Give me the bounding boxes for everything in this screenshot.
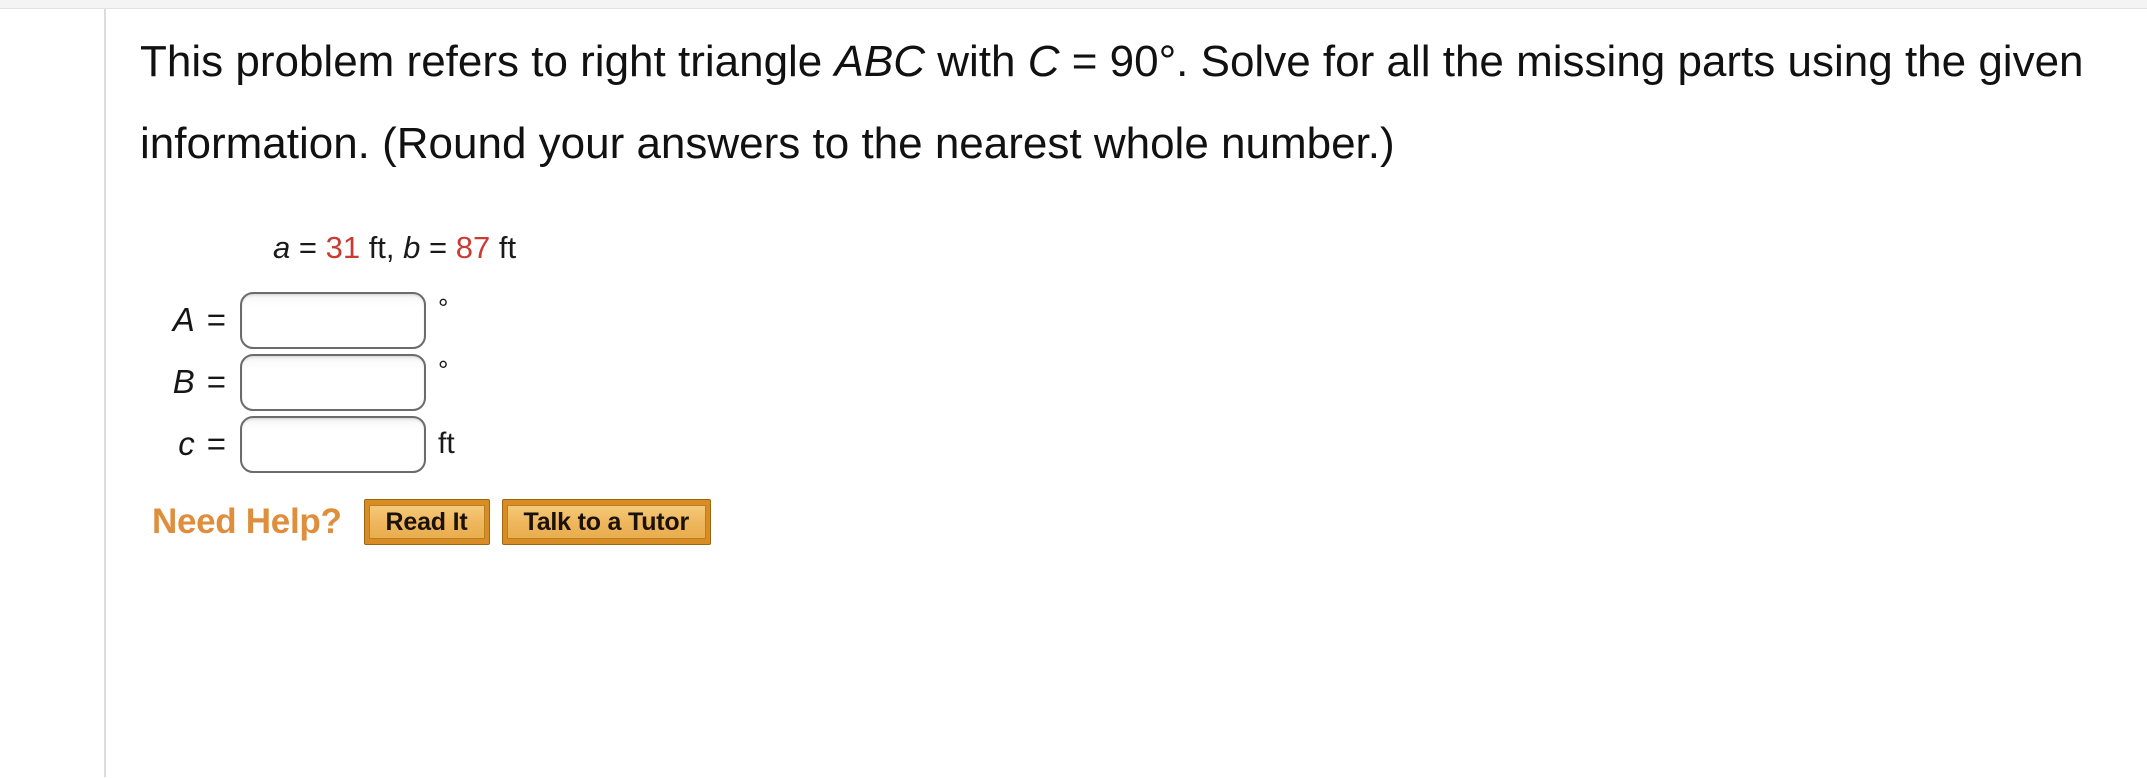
- answer-input-c[interactable]: [240, 415, 426, 473]
- answer-label-A: A =: [140, 301, 240, 339]
- answer-unit-c: ft: [438, 427, 455, 460]
- answer-row-c: c = ft: [140, 413, 2130, 475]
- given-variable-b: b: [403, 230, 421, 265]
- answer-label-c: c =: [140, 425, 240, 463]
- answer-input-B[interactable]: [240, 353, 426, 411]
- answer-rows: A = ° B = ° c = ft: [140, 289, 2130, 475]
- answer-row-A: A = °: [140, 289, 2130, 351]
- given-value-a: 31: [325, 230, 361, 265]
- statement-variable-abc: ABC: [834, 37, 925, 86]
- need-help-bar: Need Help? Read It Talk to a Tutor: [152, 499, 2130, 545]
- given-unit-a: ft,: [360, 230, 404, 265]
- given-variable-a: a: [273, 230, 291, 265]
- statement-text-2: with: [925, 37, 1028, 86]
- answer-unit-B: °: [438, 355, 449, 385]
- answer-input-A[interactable]: [240, 291, 426, 349]
- given-equals-2: =: [420, 230, 456, 265]
- answer-variable-B: B: [172, 363, 195, 400]
- read-it-button[interactable]: Read It: [363, 499, 490, 545]
- statement-variable-c: C: [1027, 37, 1060, 86]
- question-content: This problem refers to right triangle AB…: [140, 9, 2130, 545]
- answer-label-B: B =: [140, 363, 240, 401]
- given-unit-b: ft: [490, 230, 517, 265]
- top-separator-band: [0, 0, 2147, 9]
- given-value-b: 87: [455, 230, 491, 265]
- talk-to-a-tutor-button[interactable]: Talk to a Tutor: [501, 499, 712, 545]
- answer-equals-B: =: [206, 363, 226, 400]
- gutter-divider: [104, 9, 106, 777]
- problem-statement: This problem refers to right triangle AB…: [140, 21, 2110, 185]
- answer-equals-c: =: [206, 425, 226, 462]
- statement-text-1: This problem refers to right triangle: [140, 37, 835, 86]
- answer-variable-c: c: [178, 425, 195, 462]
- question-panel: This problem refers to right triangle AB…: [0, 0, 2147, 778]
- given-equals-1: =: [290, 230, 326, 265]
- talk-to-a-tutor-button-label: Talk to a Tutor: [506, 505, 707, 539]
- answer-equals-A: =: [206, 301, 226, 338]
- need-help-label: Need Help?: [152, 502, 342, 541]
- given-values: a = 31 ft, b = 87 ft: [273, 229, 2130, 267]
- answer-variable-A: A: [172, 301, 195, 338]
- answer-unit-A: °: [438, 293, 449, 323]
- answer-row-B: B = °: [140, 351, 2130, 413]
- read-it-button-label: Read It: [368, 505, 485, 539]
